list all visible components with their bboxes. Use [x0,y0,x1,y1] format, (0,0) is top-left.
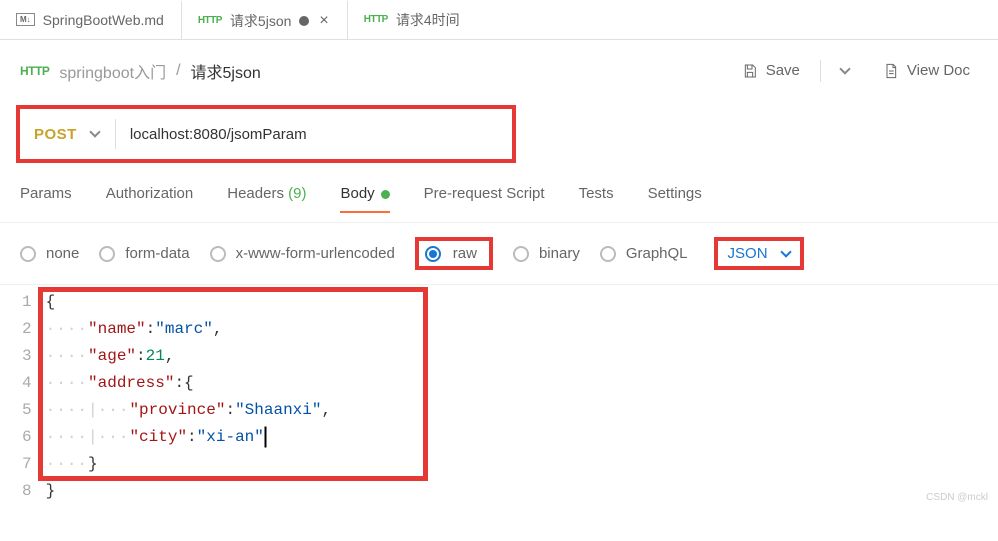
body-type-binary[interactable]: binary [513,245,580,262]
headers-count: (9) [288,185,306,202]
radio-label: binary [539,245,580,262]
breadcrumb-parent[interactable]: springboot入门 [59,59,166,83]
highlight-box-json: JSON [714,237,804,270]
code-text: "marc" [155,320,213,338]
radio-label: x-www-form-urlencoded [236,245,395,262]
breadcrumb: HTTP springboot入门 / 请求5json [20,59,261,83]
body-editor[interactable]: 1 2 3 4 5 6 7 8 { ····"name":"marc", ···… [0,284,998,507]
tab-label: 请求5json [230,11,291,31]
markdown-icon: M↓ [16,13,35,26]
divider [820,60,821,82]
tab-body-label: Body [340,185,374,202]
save-button[interactable]: Save [734,56,808,85]
tab-request-4time[interactable]: HTTP 请求4时间 [348,0,477,39]
toolbar: HTTP springboot入门 / 请求5json Save View Do… [0,40,998,105]
close-icon[interactable]: × [317,12,330,30]
toolbar-right: Save View Doc [734,56,978,85]
tab-label: SpringBootWeb.md [43,12,164,28]
tab-headers[interactable]: Headers (9) [227,179,306,212]
radio-icon [425,246,441,262]
view-doc-label: View Doc [907,62,970,79]
radio-label: raw [453,245,477,262]
radio-icon [513,246,529,262]
tab-params[interactable]: Params [20,179,72,212]
raw-format-select[interactable]: JSON [728,245,768,262]
code-text: "age" [88,347,136,365]
code-text: "name" [88,320,146,338]
code-area[interactable]: { ····"name":"marc", ····"age":21, ····"… [42,287,331,507]
divider [115,119,116,149]
code-text: } [46,482,56,500]
active-dot-icon [381,190,390,199]
chevron-down-icon[interactable] [780,246,791,257]
document-icon [883,63,899,79]
code-text: "xi-an" [197,428,264,446]
tab-headers-label: Headers [227,185,284,202]
request-subtabs: Params Authorization Headers (9) Body Pr… [0,179,998,223]
code-text: 21 [146,347,165,365]
tab-authorization[interactable]: Authorization [106,179,194,212]
chevron-down-icon[interactable] [89,126,100,137]
radio-icon [210,246,226,262]
tab-settings[interactable]: Settings [648,179,702,212]
tab-body[interactable]: Body [340,179,389,212]
tab-prerequest[interactable]: Pre-request Script [424,179,545,212]
http-method-select[interactable]: POST [28,126,91,143]
http-icon: HTTP [198,15,222,26]
highlight-box-raw: raw [415,237,493,270]
save-dropdown[interactable] [833,63,857,79]
body-type-formdata[interactable]: form-data [99,245,189,262]
line-gutter: 1 2 3 4 5 6 7 8 [16,287,42,507]
editor-tabs: M↓ SpringBootWeb.md HTTP 请求5json × HTTP … [0,0,998,40]
request-row: POST localhost:8080/jsomParam [16,105,982,163]
unsaved-dot-icon [299,16,309,26]
code-text: "city" [129,428,187,446]
tab-tests[interactable]: Tests [579,179,614,212]
code-text: "address" [88,374,174,392]
http-icon: HTTP [20,64,49,78]
tab-file-md[interactable]: M↓ SpringBootWeb.md [0,0,181,39]
body-type-raw[interactable]: raw [425,245,477,262]
radio-icon [600,246,616,262]
tab-label: 请求4时间 [396,10,460,30]
body-type-graphql[interactable]: GraphQL [600,245,688,262]
http-icon: HTTP [364,14,388,25]
watermark: CSDN @mckl [926,492,988,503]
code-text: } [88,455,98,473]
url-input[interactable]: localhost:8080/jsomParam [130,126,504,143]
radio-label: form-data [125,245,189,262]
highlight-box-request: POST localhost:8080/jsomParam [16,105,516,163]
breadcrumb-current: 请求5json [191,59,261,83]
save-label: Save [766,62,800,79]
body-type-urlencoded[interactable]: x-www-form-urlencoded [210,245,395,262]
radio-icon [20,246,36,262]
save-icon [742,63,758,79]
chevron-down-icon [839,63,850,74]
body-type-row: none form-data x-www-form-urlencoded raw… [0,223,998,284]
body-type-none[interactable]: none [20,245,79,262]
code-text: "province" [129,401,225,419]
code-text: "Shaanxi" [235,401,321,419]
tab-request-5json[interactable]: HTTP 请求5json × [181,0,348,39]
radio-label: GraphQL [626,245,688,262]
text-cursor [265,427,266,447]
breadcrumb-separator: / [176,62,180,80]
view-doc-button[interactable]: View Doc [875,56,978,85]
code-text: { [46,293,56,311]
radio-label: none [46,245,79,262]
radio-icon [99,246,115,262]
